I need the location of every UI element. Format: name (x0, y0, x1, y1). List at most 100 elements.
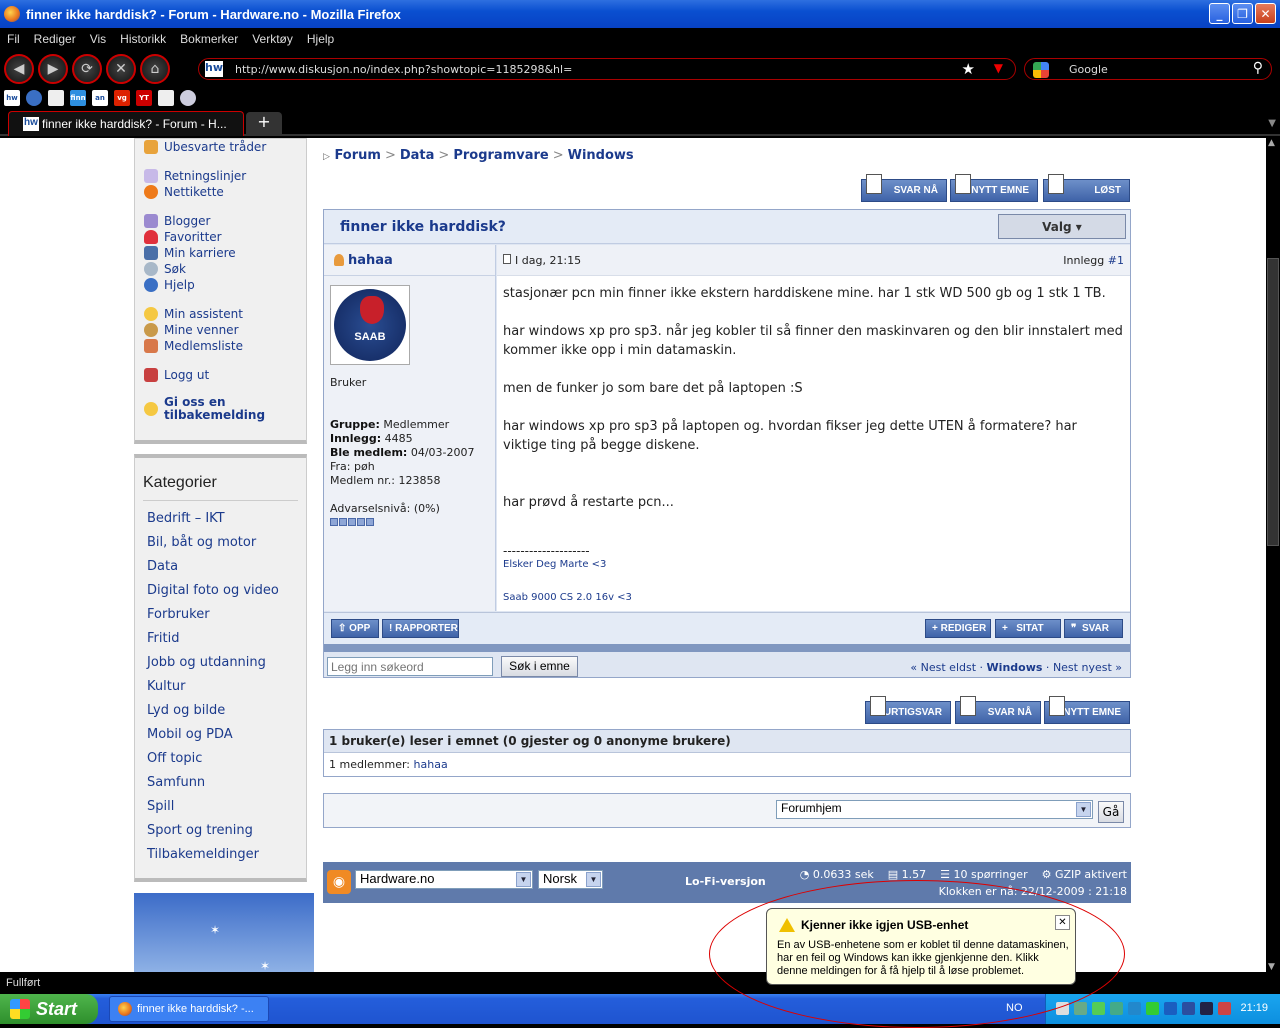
tray-app3-icon[interactable] (1146, 1002, 1159, 1015)
scroll-up-icon[interactable]: ▲ (1268, 138, 1275, 148)
new-topic-button[interactable]: NYTT EMNE (950, 174, 1038, 202)
sidebar-link-career[interactable]: Min karriere (135, 245, 306, 261)
tray-app-icon[interactable] (1110, 1002, 1123, 1015)
category-link[interactable]: Bedrift – IKT (143, 507, 298, 531)
breadcrumb-forum[interactable]: Forum (334, 148, 381, 163)
vertical-scrollbar[interactable]: ▲ ▼ (1266, 138, 1280, 972)
close-button[interactable]: ✕ (1255, 3, 1276, 24)
menu-help[interactable]: Hjelp (300, 32, 341, 46)
bookmark-globe-icon[interactable] (26, 90, 42, 106)
reader-user-link[interactable]: hahaa (414, 758, 448, 771)
back-icon[interactable]: ◀ (4, 54, 34, 84)
taskbar-clock[interactable]: 21:19 (1240, 1002, 1268, 1014)
warn-level[interactable]: (0%) (414, 502, 440, 515)
balloon-close-button[interactable]: ✕ (1055, 915, 1070, 930)
sidebar-link-favorites[interactable]: Favoritter (135, 229, 306, 245)
sidebar-link-search[interactable]: Søk (135, 261, 306, 277)
menu-edit[interactable]: Rediger (27, 32, 83, 46)
sidebar-link-logout[interactable]: Logg ut (135, 367, 306, 383)
reload-icon[interactable]: ⟳ (72, 54, 102, 84)
bookmark-star-icon[interactable]: ★ (962, 60, 975, 78)
tab-active[interactable]: hw finner ikke harddisk? - Forum - H... (8, 111, 244, 136)
sidebar-link-assistant[interactable]: Min assistent (135, 306, 306, 322)
category-link[interactable]: Tilbakemeldinger (143, 843, 298, 867)
scrollbar-thumb[interactable] (1267, 258, 1279, 546)
category-link[interactable]: Kultur (143, 675, 298, 699)
menu-tools[interactable]: Verktøy (245, 32, 300, 46)
sidebar-link-help[interactable]: Hjelp (135, 277, 306, 293)
url-dropdown-icon[interactable]: ▼ (994, 61, 1003, 75)
menu-history[interactable]: Historikk (113, 32, 173, 46)
bookmark-an-icon[interactable]: an (92, 90, 108, 106)
sidebar-link-unanswered[interactable]: Ubesvarte tråder (135, 139, 306, 155)
reply-now-bottom-button[interactable]: SVAR NÅ (955, 696, 1041, 724)
edit-button[interactable]: + REDIGER (925, 619, 991, 638)
tray-app4-icon[interactable] (1182, 1002, 1195, 1015)
category-link[interactable]: Sport og trening (143, 819, 298, 843)
bookmark-vg-icon[interactable]: vg (114, 90, 130, 106)
breadcrumb-windows[interactable]: Windows (568, 148, 634, 163)
quote-button[interactable]: + SITAT (995, 619, 1061, 638)
sidebar-link-guidelines[interactable]: Retningslinjer (135, 168, 306, 184)
tray-app2-icon[interactable] (1128, 1002, 1141, 1015)
network2-icon[interactable] (1092, 1002, 1105, 1015)
post-number-link[interactable]: #1 (1108, 254, 1124, 267)
sidebar-link-memberlist[interactable]: Medlemsliste (135, 338, 306, 354)
taskbar-firefox-task[interactable]: finner ikke harddisk? -... (109, 996, 269, 1022)
stop-icon[interactable]: ✕ (106, 54, 136, 84)
tray-app5-icon[interactable] (1200, 1002, 1213, 1015)
maximize-button[interactable]: ❐ (1232, 3, 1253, 24)
solved-button[interactable]: LØST (1043, 174, 1130, 202)
menu-bookmarks[interactable]: Bokmerker (173, 32, 245, 46)
category-link[interactable]: Samfunn (143, 771, 298, 795)
sidebar-link-netiquette[interactable]: Nettikette (135, 184, 306, 200)
site-select[interactable]: Hardware.no ▼ (355, 870, 533, 889)
start-button[interactable]: Start (0, 994, 98, 1024)
bluetooth-icon[interactable] (1164, 1002, 1177, 1015)
sidebar-link-blogs[interactable]: Blogger (135, 213, 306, 229)
search-icon[interactable]: ⚲ (1253, 60, 1263, 76)
author-name[interactable]: hahaa (348, 253, 393, 268)
breadcrumb-software[interactable]: Programvare (453, 148, 548, 163)
forum-link[interactable]: Windows (987, 661, 1043, 674)
bookmark-youtube-icon[interactable]: YT (136, 90, 152, 106)
sidebar-banner[interactable]: ✶ ✶ (134, 893, 314, 972)
bookmark-page-icon[interactable] (48, 90, 64, 106)
menu-view[interactable]: Vis (83, 32, 113, 46)
options-dropdown[interactable]: Valg ▾ (998, 214, 1126, 239)
topic-search-button[interactable]: Søk i emne (501, 656, 578, 677)
category-link[interactable]: Off topic (143, 747, 298, 771)
category-link[interactable]: Lyd og bilde (143, 699, 298, 723)
category-link[interactable]: Bil, båt og motor (143, 531, 298, 555)
category-link[interactable]: Digital foto og video (143, 579, 298, 603)
language-indicator[interactable]: NO (1006, 1002, 1023, 1014)
forum-jump-select[interactable]: Forumhjem ▼ (776, 800, 1093, 819)
category-link[interactable]: Spill (143, 795, 298, 819)
bookmark-hw-icon[interactable]: hw (4, 90, 20, 106)
bookmark-finn-icon[interactable]: finn (70, 90, 86, 106)
category-link[interactable]: Forbruker (143, 603, 298, 627)
menu-file[interactable]: Fil (0, 32, 27, 46)
forum-jump-go-button[interactable]: Gå (1098, 801, 1124, 823)
bookmark-page2-icon[interactable] (158, 90, 174, 106)
up-button[interactable]: ⇧ OPP (331, 619, 379, 638)
scroll-down-icon[interactable]: ▼ (1268, 962, 1275, 972)
usb-notification-balloon[interactable]: Kjenner ikke igjen USB-enhet ✕ En av USB… (766, 908, 1076, 985)
sidebar-link-friends[interactable]: Mine venner (135, 322, 306, 338)
category-link[interactable]: Mobil og PDA (143, 723, 298, 747)
category-link[interactable]: Fritid (143, 627, 298, 651)
category-link[interactable]: Jobb og utdanning (143, 651, 298, 675)
bookmark-star-icon[interactable] (180, 90, 196, 106)
category-link[interactable]: Data (143, 555, 298, 579)
google-icon[interactable] (1033, 62, 1049, 78)
sidebar-link-feedback[interactable]: Gi oss en tilbakemelding (135, 396, 306, 426)
new-tab-button[interactable]: + (246, 112, 282, 134)
topic-search-input[interactable] (327, 657, 493, 676)
search-bar[interactable]: Google ⚲ (1024, 58, 1272, 80)
rss-icon[interactable]: ◉ (327, 870, 351, 894)
minimize-button[interactable]: _ (1209, 3, 1230, 24)
prev-topic-link[interactable]: « Nest eldst (910, 661, 976, 674)
language-select[interactable]: Norsk ▼ (538, 870, 603, 889)
quick-reply-button[interactable]: HURTIGSVAR (865, 696, 951, 724)
usb-icon[interactable] (1056, 1002, 1069, 1015)
